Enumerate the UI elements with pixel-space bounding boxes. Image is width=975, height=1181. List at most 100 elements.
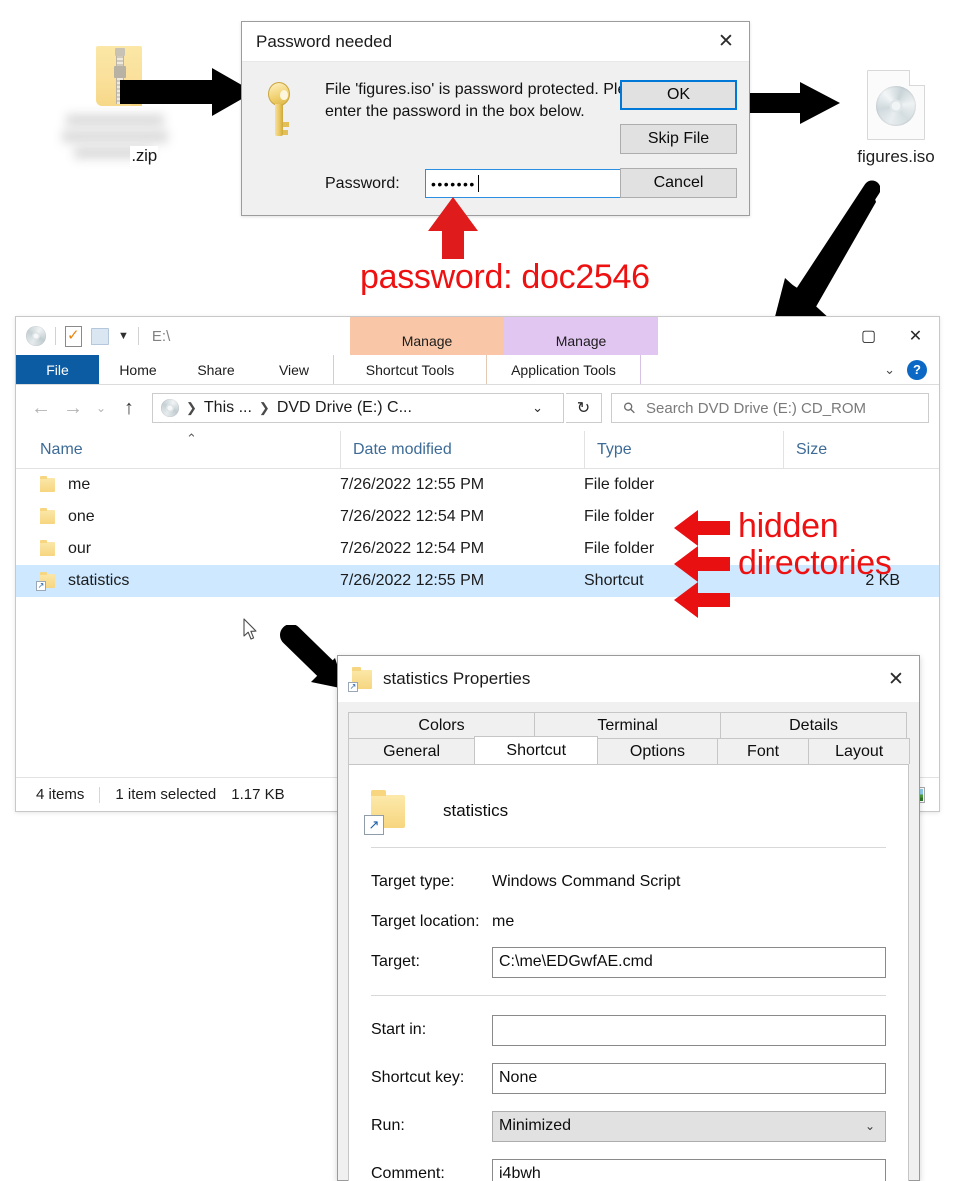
- chevron-down-icon[interactable]: ⌄: [884, 362, 895, 378]
- column-header-type[interactable]: Type: [584, 430, 783, 469]
- ok-button[interactable]: OK: [620, 80, 737, 110]
- mouse-cursor: [243, 618, 257, 640]
- field-shortcut-key: Shortcut key: None: [371, 1058, 886, 1098]
- search-box[interactable]: ⚲ Search DVD Drive (E:) CD_ROM: [611, 393, 929, 423]
- tab-layout[interactable]: Layout: [808, 738, 910, 764]
- tab-application-tools[interactable]: Application Tools: [487, 355, 641, 384]
- contextual-group-application-tools: Manage: [504, 317, 658, 355]
- iso-file-item[interactable]: figures.iso: [836, 70, 956, 167]
- zip-file-label: .zip: [62, 112, 174, 168]
- breadcrumb-this-pc[interactable]: This ...: [204, 399, 252, 417]
- address-bar[interactable]: ❯ This ... ❯ DVD Drive (E:) C... ⌄: [152, 393, 564, 423]
- cancel-button[interactable]: Cancel: [620, 168, 737, 198]
- file-date-cell: 7/26/2022 12:55 PM: [340, 572, 485, 589]
- tab-colors[interactable]: Colors: [348, 712, 536, 738]
- field-label: Run:: [371, 1117, 405, 1134]
- field-label: Target location:: [371, 913, 480, 930]
- field-target-type: Target type: Windows Command Script: [371, 862, 886, 902]
- quick-access-toolbar: ▼ E:\: [16, 325, 171, 347]
- field-label: Start in:: [371, 1021, 427, 1038]
- properties-dialog: ↗ statistics Properties ✕ Colors Termina…: [337, 655, 920, 1181]
- password-dialog: Password needed ✕ File 'figures.iso' is …: [241, 21, 750, 216]
- tab-home[interactable]: Home: [99, 355, 177, 384]
- tab-shortcut[interactable]: Shortcut: [474, 736, 599, 764]
- tab-share[interactable]: Share: [177, 355, 255, 384]
- tab-terminal[interactable]: Terminal: [534, 712, 722, 738]
- chevron-down-icon: ⌄: [864, 1119, 875, 1133]
- file-name-text: one: [68, 508, 95, 525]
- field-label: Comment:: [371, 1165, 445, 1181]
- maximize-icon[interactable]: ▢: [845, 317, 892, 355]
- close-icon[interactable]: ✕: [873, 657, 919, 702]
- field-label: Target type:: [371, 873, 455, 890]
- zip-file-item[interactable]: .zip: [62, 44, 174, 168]
- address-dropdown-icon[interactable]: ⌄: [516, 400, 559, 416]
- forward-button[interactable]: →: [58, 393, 88, 423]
- folder-icon: [40, 540, 55, 556]
- file-date-cell: 7/26/2022 12:55 PM: [340, 476, 485, 493]
- tab-file[interactable]: File: [16, 355, 99, 384]
- field-value: me: [492, 913, 515, 930]
- column-header-date-modified[interactable]: Date modified: [340, 430, 584, 469]
- status-item-count: 4 items: [36, 786, 85, 803]
- contextual-tab-groups: Manage Manage: [350, 317, 658, 355]
- ribbon-tabs: File Home Share View Shortcut Tools Appl…: [16, 355, 939, 385]
- new-folder-icon[interactable]: [91, 327, 109, 345]
- status-selected-size: 1.17 KB: [231, 786, 285, 803]
- column-header-name[interactable]: Name ⌃: [16, 431, 340, 469]
- disc-icon: [26, 326, 46, 346]
- help-icon[interactable]: ?: [907, 359, 927, 380]
- column-header-size[interactable]: Size: [783, 430, 918, 469]
- shortcut-tab-panel: ↗ statistics Target type: Windows Comman…: [348, 764, 909, 1181]
- skip-file-button[interactable]: Skip File: [620, 124, 737, 154]
- shortcut-folder-icon: ↗: [364, 789, 405, 835]
- file-name-text: me: [68, 476, 91, 493]
- shortcut-key-input[interactable]: None: [492, 1062, 886, 1094]
- window-drive-path: E:\: [151, 327, 171, 345]
- file-type-cell: File folder: [584, 476, 655, 493]
- refresh-button[interactable]: ↻: [566, 393, 602, 423]
- password-input[interactable]: •••••••: [425, 169, 633, 198]
- tab-options[interactable]: Options: [597, 738, 718, 764]
- hidden-directories-annotation: hidden directories: [738, 508, 892, 581]
- folder-icon: [40, 508, 55, 524]
- field-label: Target:: [371, 953, 420, 970]
- shortcut-arrow-icon: ↗: [36, 581, 46, 591]
- chevron-down-icon[interactable]: ▼: [118, 330, 129, 342]
- shortcut-arrow-icon: ↗: [364, 814, 384, 835]
- properties-dialog-titlebar: ↗ statistics Properties ✕: [338, 656, 919, 702]
- navigation-bar: ← → ⌄ ↑ ❯ This ... ❯ DVD Drive (E:) C...…: [16, 385, 939, 431]
- password-label: Password:: [325, 174, 400, 192]
- run-select[interactable]: Minimized ⌄: [492, 1110, 886, 1142]
- sort-ascending-icon: ⌃: [186, 430, 197, 446]
- table-row[interactable]: me 7/26/2022 12:55 PM File folder: [16, 469, 939, 501]
- field-run: Run: Minimized ⌄: [371, 1106, 886, 1146]
- file-date-cell: 7/26/2022 12:54 PM: [340, 508, 485, 525]
- start-in-input[interactable]: [492, 1014, 886, 1046]
- close-icon[interactable]: ✕: [703, 22, 749, 61]
- back-button[interactable]: ←: [26, 393, 56, 423]
- comment-input[interactable]: i4bwh: [492, 1158, 886, 1181]
- shortcut-folder-icon: ↗: [348, 666, 372, 692]
- close-icon[interactable]: ✕: [892, 317, 939, 355]
- tab-font[interactable]: Font: [716, 738, 810, 764]
- file-name-cell: me: [16, 469, 340, 501]
- tab-general[interactable]: General: [348, 738, 476, 764]
- tab-details[interactable]: Details: [720, 712, 908, 738]
- properties-icon[interactable]: [65, 325, 82, 347]
- properties-tab-strip: Colors Terminal Details General Shortcut…: [338, 702, 919, 764]
- breadcrumb-dvd-drive[interactable]: DVD Drive (E:) C...: [277, 399, 412, 417]
- properties-dialog-title: statistics Properties: [383, 669, 531, 688]
- password-dialog-title: Password needed: [256, 31, 393, 51]
- field-label: Shortcut key:: [371, 1069, 465, 1086]
- target-input[interactable]: C:\me\EDGwfAE.cmd: [492, 946, 886, 978]
- shortcut-arrow-icon: ↗: [348, 681, 358, 692]
- disc-image-icon: [867, 70, 925, 140]
- recent-locations-button[interactable]: ⌄: [90, 393, 112, 423]
- tab-view[interactable]: View: [255, 355, 333, 384]
- search-icon: ⚲: [619, 398, 640, 419]
- file-name-cell: one: [16, 501, 340, 533]
- tab-shortcut-tools[interactable]: Shortcut Tools: [333, 355, 487, 384]
- file-size-cell: [783, 469, 918, 501]
- up-button[interactable]: ↑: [114, 393, 144, 423]
